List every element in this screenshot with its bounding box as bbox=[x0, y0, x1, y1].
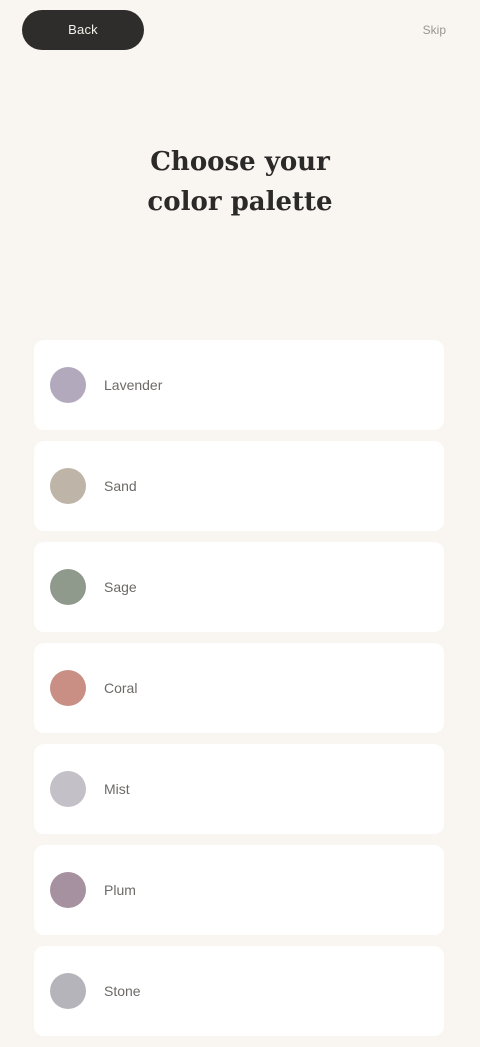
swatch-icon bbox=[50, 670, 86, 706]
palette-option[interactable]: Stone bbox=[34, 946, 444, 1036]
palette-label: Lavender bbox=[104, 377, 163, 393]
palette-label: Sand bbox=[104, 478, 137, 494]
palette-label: Sage bbox=[104, 579, 137, 595]
swatch-icon bbox=[50, 569, 86, 605]
palette-option[interactable]: Lavender bbox=[34, 340, 444, 430]
palette-option[interactable]: Plum bbox=[34, 845, 444, 935]
swatch-icon bbox=[50, 771, 86, 807]
title-line-2: color palette bbox=[147, 187, 333, 217]
palette-option[interactable]: Mist bbox=[34, 744, 444, 834]
top-bar: Back Skip bbox=[0, 0, 480, 90]
back-button[interactable]: Back bbox=[22, 10, 144, 50]
palette-option[interactable]: Sand bbox=[34, 441, 444, 531]
palette-label: Mist bbox=[104, 781, 130, 797]
page-title: Choose your color palette bbox=[60, 142, 420, 222]
title-line-1: Choose your bbox=[150, 147, 330, 177]
palette-label: Plum bbox=[104, 882, 136, 898]
palette-option[interactable]: Sage bbox=[34, 542, 444, 632]
palette-label: Stone bbox=[104, 983, 141, 999]
swatch-icon bbox=[50, 872, 86, 908]
swatch-icon bbox=[50, 973, 86, 1009]
palette-list: Lavender Sand Sage Coral Mist Plum Stone bbox=[34, 340, 444, 1047]
swatch-icon bbox=[50, 367, 86, 403]
palette-option[interactable]: Coral bbox=[34, 643, 444, 733]
palette-label: Coral bbox=[104, 680, 138, 696]
skip-link[interactable]: Skip bbox=[423, 20, 446, 40]
swatch-icon bbox=[50, 468, 86, 504]
